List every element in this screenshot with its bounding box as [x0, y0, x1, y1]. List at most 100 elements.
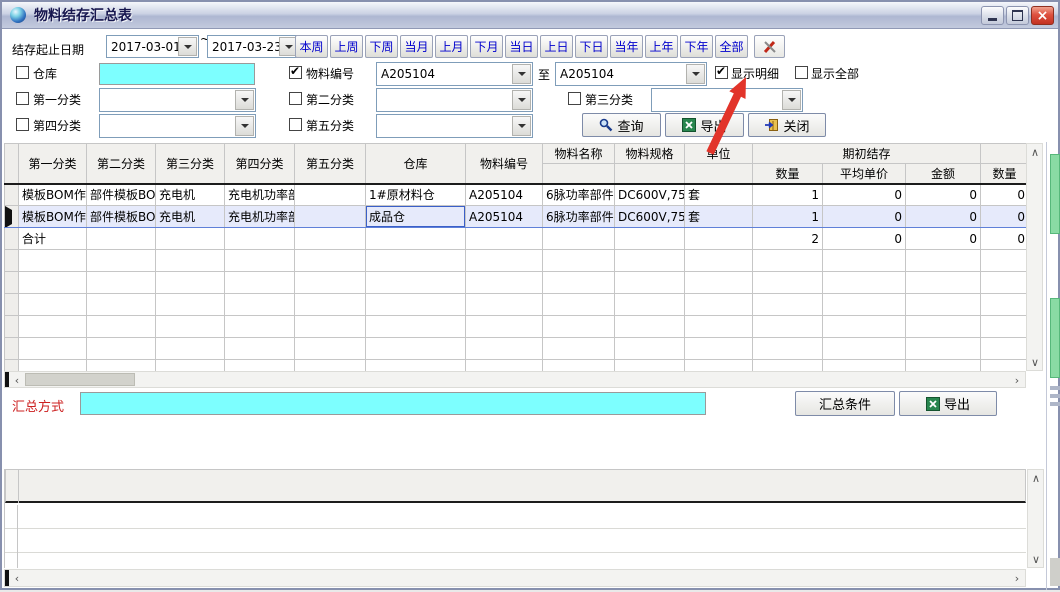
btn-next-month[interactable]: 下月 — [470, 35, 503, 58]
export-button[interactable]: 导出 — [665, 113, 744, 137]
cell[interactable]: 1 — [753, 184, 823, 206]
cell[interactable]: 0 — [906, 206, 981, 228]
scroll-left-icon[interactable]: ‹ — [11, 374, 23, 386]
settings-tools-button[interactable] — [754, 35, 785, 58]
btn-next-week[interactable]: 下周 — [365, 35, 398, 58]
cell[interactable] — [225, 228, 295, 250]
cat1-combobox[interactable] — [99, 88, 256, 112]
query-button[interactable]: 查询 — [582, 113, 661, 137]
scroll-up-icon[interactable]: ∧ — [1029, 146, 1041, 158]
cell[interactable] — [87, 228, 156, 250]
vertical-scrollbar[interactable]: ∧ ∨ — [1026, 143, 1043, 371]
maximize-button[interactable] — [1006, 6, 1029, 25]
material-to-dropdown-button[interactable] — [686, 64, 705, 84]
cat5-combobox[interactable] — [376, 114, 533, 138]
cell[interactable]: 部件模板BOM — [87, 206, 156, 228]
date-from-dropdown-button[interactable] — [178, 37, 197, 56]
close-button[interactable]: × — [1031, 6, 1054, 25]
btn-this-week[interactable]: 本周 — [295, 35, 328, 58]
cell[interactable] — [466, 228, 543, 250]
close-form-button[interactable]: 关闭 — [748, 113, 826, 137]
cat5-dropdown-button[interactable] — [512, 116, 531, 136]
show-detail-checkbox[interactable] — [715, 66, 728, 79]
cat5-checkbox[interactable] — [289, 118, 302, 131]
cell[interactable]: 6脉功率部件 — [543, 206, 615, 228]
cell[interactable]: 套 — [685, 206, 753, 228]
scroll-right-icon[interactable]: › — [1011, 374, 1023, 386]
horizontal-scrollbar[interactable]: ‹ › — [4, 371, 1026, 388]
cell[interactable]: 6脉功率部件 — [543, 184, 615, 206]
cell[interactable]: 0 — [981, 206, 1026, 228]
header-avg-price[interactable]: 平均单价 — [823, 164, 906, 184]
cell[interactable]: 套 — [685, 184, 753, 206]
scroll-up-icon[interactable]: ∧ — [1030, 472, 1042, 484]
detail-vertical-scrollbar[interactable]: ∧ ∨ — [1027, 469, 1044, 568]
material-no-checkbox[interactable] — [289, 66, 302, 79]
material-from-dropdown-button[interactable] — [512, 64, 531, 84]
header-cat2[interactable]: 第二分类 — [87, 144, 156, 184]
warehouse-input[interactable] — [99, 63, 255, 85]
date-from-combobox[interactable]: 2017-03-01 — [106, 35, 199, 58]
header-spec[interactable]: 物料规格 — [615, 144, 685, 164]
cat3-checkbox[interactable] — [568, 92, 581, 105]
cell[interactable] — [685, 228, 753, 250]
cat2-dropdown-button[interactable] — [512, 90, 531, 110]
cell[interactable]: 模板BOM作业 — [19, 184, 87, 206]
cell[interactable]: 合计 — [19, 228, 87, 250]
date-to-combobox[interactable]: 2017-03-23 — [207, 35, 300, 58]
cell[interactable]: 0 — [981, 184, 1026, 206]
cell[interactable] — [543, 228, 615, 250]
cell[interactable]: 部件模板BOM — [87, 184, 156, 206]
scroll-down-icon[interactable]: ∨ — [1029, 356, 1041, 368]
cell[interactable] — [295, 184, 366, 206]
header-qty[interactable]: 数量 — [753, 164, 823, 184]
cell[interactable]: 1 — [753, 206, 823, 228]
btn-all[interactable]: 全部 — [715, 35, 748, 58]
cell[interactable] — [156, 228, 225, 250]
btn-next-day[interactable]: 下日 — [575, 35, 608, 58]
focused-cell[interactable]: 成品仓 — [366, 206, 466, 228]
cell[interactable]: A205104 — [466, 184, 543, 206]
material-to-combobox[interactable]: A205104 — [555, 62, 707, 86]
cell[interactable] — [366, 228, 466, 250]
cell[interactable]: DC600V,75A — [615, 206, 685, 228]
btn-prev-year[interactable]: 上年 — [645, 35, 678, 58]
btn-this-year[interactable]: 当年 — [610, 35, 643, 58]
cell[interactable] — [295, 228, 366, 250]
summary-export-button[interactable]: 导出 — [899, 391, 997, 416]
cell[interactable]: 0 — [823, 228, 906, 250]
cell[interactable]: 0 — [906, 228, 981, 250]
minimize-button[interactable] — [981, 6, 1004, 25]
scroll-right-icon[interactable]: › — [1011, 572, 1023, 584]
show-all-checkbox[interactable] — [795, 66, 808, 79]
cell[interactable]: 0 — [823, 206, 906, 228]
cell[interactable]: A205104 — [466, 206, 543, 228]
btn-last-month[interactable]: 上月 — [435, 35, 468, 58]
header-cat1[interactable]: 第一分类 — [19, 144, 87, 184]
summary-condition-button[interactable]: 汇总条件 — [795, 391, 895, 416]
header-warehouse[interactable]: 仓库 — [366, 144, 466, 184]
cell[interactable]: DC600V,75A — [615, 184, 685, 206]
header-cat5[interactable]: 第五分类 — [295, 144, 366, 184]
cell[interactable]: 充电机功率部件 — [225, 184, 295, 206]
cat2-combobox[interactable] — [376, 88, 533, 112]
cell[interactable]: 0 — [906, 184, 981, 206]
header-cat4[interactable]: 第四分类 — [225, 144, 295, 184]
summary-mode-input[interactable] — [80, 392, 706, 415]
detail-horizontal-scrollbar[interactable]: ‹ › — [4, 569, 1026, 587]
header-unit[interactable]: 单位 — [685, 144, 753, 164]
warehouse-checkbox[interactable] — [16, 66, 29, 79]
header-qty2[interactable]: 数量 — [981, 164, 1026, 184]
cat4-combobox[interactable] — [99, 114, 256, 138]
header-material-no[interactable]: 物料编号 — [466, 144, 543, 184]
btn-this-month[interactable]: 当月 — [400, 35, 433, 58]
cell[interactable]: 0 — [823, 184, 906, 206]
btn-today[interactable]: 当日 — [505, 35, 538, 58]
cat1-checkbox[interactable] — [16, 92, 29, 105]
btn-prev-day[interactable]: 上日 — [540, 35, 573, 58]
cell[interactable]: 充电机 — [156, 184, 225, 206]
cell[interactable]: 充电机功率部件 — [225, 206, 295, 228]
btn-next-year[interactable]: 下年 — [680, 35, 713, 58]
cell[interactable] — [615, 228, 685, 250]
btn-last-week[interactable]: 上周 — [330, 35, 363, 58]
